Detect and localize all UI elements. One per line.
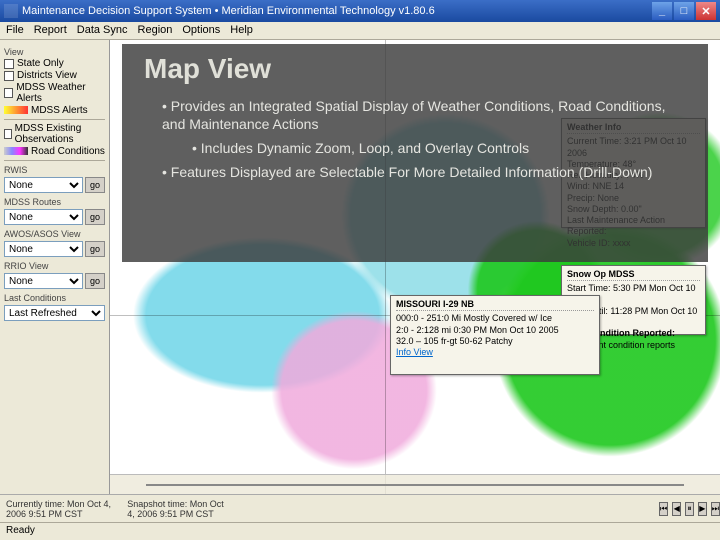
- sidebar-view-label: View: [4, 47, 105, 57]
- map-view[interactable]: Weather Info Current Time: 3:21 PM Oct 1…: [110, 40, 720, 540]
- left-sidebar: View State Only Districts View MDSS Weat…: [0, 40, 110, 540]
- sidebar-rwis-label: RWIS: [4, 165, 105, 175]
- checkbox-state-only[interactable]: [4, 59, 14, 69]
- label-districts: Districts View: [17, 70, 77, 81]
- play-first-button[interactable]: ⏮: [659, 502, 668, 516]
- label-road-obs: MDSS Existing Observations: [15, 123, 105, 145]
- sidebar-asos-label: AWOS/ASOS View: [4, 229, 105, 239]
- overlay-bullet: • Provides an Integrated Spatial Display…: [162, 97, 686, 133]
- go-button-mdss[interactable]: go: [85, 209, 105, 225]
- overlay-title: Map View: [144, 54, 686, 85]
- route-info-link[interactable]: Info View: [396, 347, 594, 358]
- go-button-rwis[interactable]: go: [85, 177, 105, 193]
- slide-overlay: Map View • Provides an Integrated Spatia…: [122, 44, 708, 262]
- app-icon: [4, 4, 18, 18]
- snowop-title: Snow Op MDSS: [567, 269, 700, 281]
- dropdown-rrio[interactable]: None: [4, 273, 83, 289]
- status-left: Ready: [6, 525, 35, 538]
- swatch-mdss-alerts: [4, 106, 28, 114]
- checkbox-districts[interactable]: [4, 71, 14, 81]
- window-maximize-button[interactable]: □: [674, 2, 694, 20]
- menu-region[interactable]: Region: [138, 24, 173, 37]
- window-title: Maintenance Decision Support System • Me…: [22, 5, 652, 17]
- menu-bar: File Report Data Sync Region Options Hel…: [0, 22, 720, 40]
- route-line: 32.0 – 105 fr-gt 50-62 Patchy: [396, 336, 594, 347]
- playback-bar: Currently time: Mon Oct 4, 2006 9:51 PM …: [0, 494, 720, 522]
- timeline-track[interactable]: [146, 484, 684, 486]
- dropdown-last-cond[interactable]: Last Refreshed: [4, 305, 105, 321]
- sidebar-web-label: Last Conditions: [4, 293, 105, 303]
- loop-timeline[interactable]: [110, 474, 720, 494]
- dropdown-asos[interactable]: None: [4, 241, 83, 257]
- window-close-button[interactable]: ✕: [696, 2, 716, 20]
- timestamp-snapshot: Snapshot time: Mon Oct 4, 2006 9:51 PM C…: [127, 499, 233, 519]
- menu-datasync[interactable]: Data Sync: [77, 24, 128, 37]
- play-pause-button[interactable]: ⏸: [685, 502, 694, 516]
- play-prev-button[interactable]: ◀: [672, 502, 681, 516]
- legend-road-cond: Road Conditions: [31, 146, 105, 157]
- sidebar-mdss-label: MDSS Routes: [4, 197, 105, 207]
- timestamp-current: Currently time: Mon Oct 4, 2006 9:51 PM …: [6, 499, 111, 519]
- window-titlebar: Maintenance Decision Support System • Me…: [0, 0, 720, 22]
- sidebar-rrio-label: RRIO View: [4, 261, 105, 271]
- route-line: 2:0 - 2:128 mi 0:30 PM Mon Oct 10 2005: [396, 325, 594, 336]
- menu-file[interactable]: File: [6, 24, 24, 37]
- checkbox-mdss-alerts[interactable]: [4, 88, 13, 98]
- swatch-road-cond: [4, 147, 28, 155]
- route-title: MISSOURI I-29 NB: [396, 299, 594, 311]
- window-minimize-button[interactable]: _: [652, 2, 672, 20]
- play-last-button[interactable]: ⏭: [711, 502, 720, 516]
- checkbox-road-obs[interactable]: [4, 129, 12, 139]
- overlay-bullet: • Features Displayed are Selectable For …: [162, 163, 686, 181]
- label-state-only: State Only: [17, 58, 64, 69]
- go-button-rrio[interactable]: go: [85, 273, 105, 289]
- route-line: 000:0 - 251:0 Mi Mostly Covered w/ Ice: [396, 313, 594, 324]
- menu-report[interactable]: Report: [34, 24, 67, 37]
- menu-options[interactable]: Options: [182, 24, 220, 37]
- overlay-bullet: • Includes Dynamic Zoom, Loop, and Overl…: [192, 139, 686, 157]
- status-bar: Ready: [0, 522, 720, 540]
- go-button-asos[interactable]: go: [85, 241, 105, 257]
- play-next-button[interactable]: ▶: [698, 502, 707, 516]
- route-info-popup[interactable]: MISSOURI I-29 NB 000:0 - 251:0 Mi Mostly…: [390, 295, 600, 375]
- dropdown-rwis[interactable]: None: [4, 177, 83, 193]
- menu-help[interactable]: Help: [230, 24, 253, 37]
- dropdown-mdss[interactable]: None: [4, 209, 83, 225]
- legend-mdss-alerts: MDSS Alerts: [31, 105, 88, 116]
- label-mdss-alerts: MDSS Weather Alerts: [16, 82, 105, 104]
